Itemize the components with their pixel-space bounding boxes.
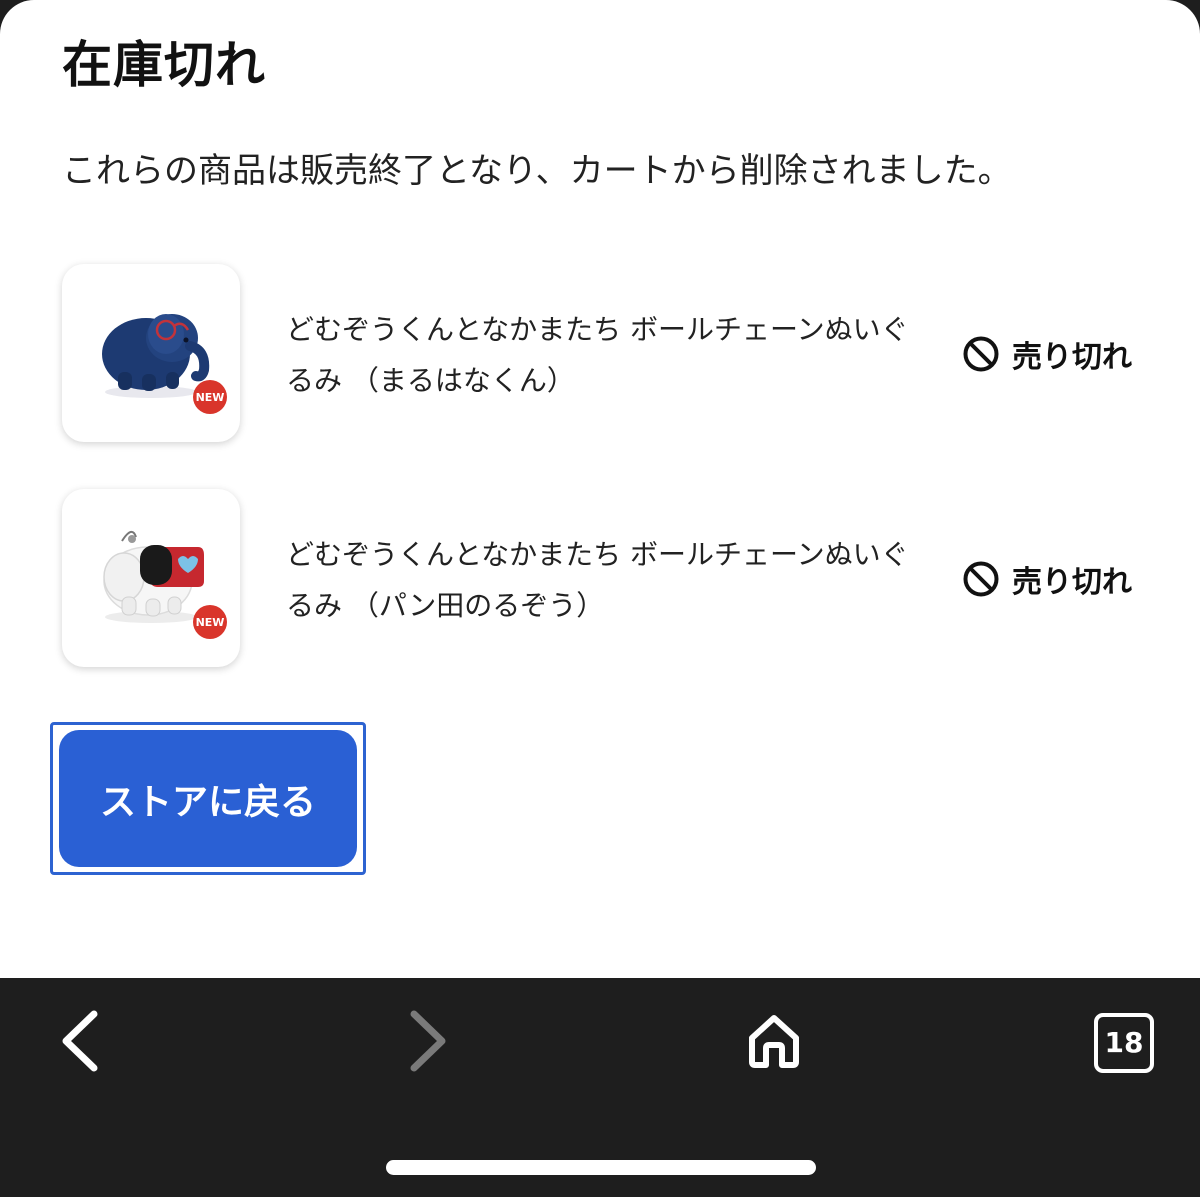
- prohibited-icon: [963, 336, 999, 372]
- chevron-left-icon[interactable]: [56, 1008, 106, 1074]
- home-indicator: [386, 1160, 816, 1175]
- sold-out-label: 売り切れ: [1012, 340, 1132, 375]
- home-icon[interactable]: [744, 1010, 804, 1070]
- product-image: NEW: [62, 489, 240, 667]
- dialog-title: 在庫切れ: [62, 36, 266, 94]
- list-item: NEW どむぞうくんとなかまたち ボールチェーンぬいぐるみ （パン田のるぞう） …: [62, 489, 1162, 669]
- focus-ring: ストアに戻る: [50, 722, 366, 875]
- navy-elephant-plush-image: NEW: [102, 314, 227, 414]
- sold-out-status: 売り切れ: [962, 332, 1132, 376]
- white-elephant-plush-image: NEW: [103, 530, 227, 639]
- new-badge: NEW: [196, 616, 225, 629]
- out-of-stock-dialog: 在庫切れ これらの商品は販売終了となり、カートから削除されました。 NEW どむ…: [0, 0, 1200, 978]
- prohibited-icon: [963, 561, 999, 597]
- product-image: NEW: [62, 264, 240, 442]
- item-name: どむぞうくんとなかまたち ボールチェーンぬいぐるみ （まるはなくん）: [286, 313, 909, 397]
- sold-out-status: 売り切れ: [962, 557, 1132, 601]
- back-to-store-button[interactable]: ストアに戻る: [59, 730, 357, 867]
- tab-count-button[interactable]: 18: [1094, 1013, 1154, 1073]
- item-name: どむぞうくんとなかまたち ボールチェーンぬいぐるみ （パン田のるぞう）: [286, 538, 909, 622]
- dialog-message: これらの商品は販売終了となり、カートから削除されました。: [62, 151, 1012, 191]
- new-badge: NEW: [196, 391, 225, 404]
- list-item: NEW どむぞうくんとなかまたち ボールチェーンぬいぐるみ （まるはなくん） 売…: [62, 264, 1162, 444]
- chevron-right-icon[interactable]: [402, 1008, 452, 1074]
- sold-out-label: 売り切れ: [1012, 565, 1132, 600]
